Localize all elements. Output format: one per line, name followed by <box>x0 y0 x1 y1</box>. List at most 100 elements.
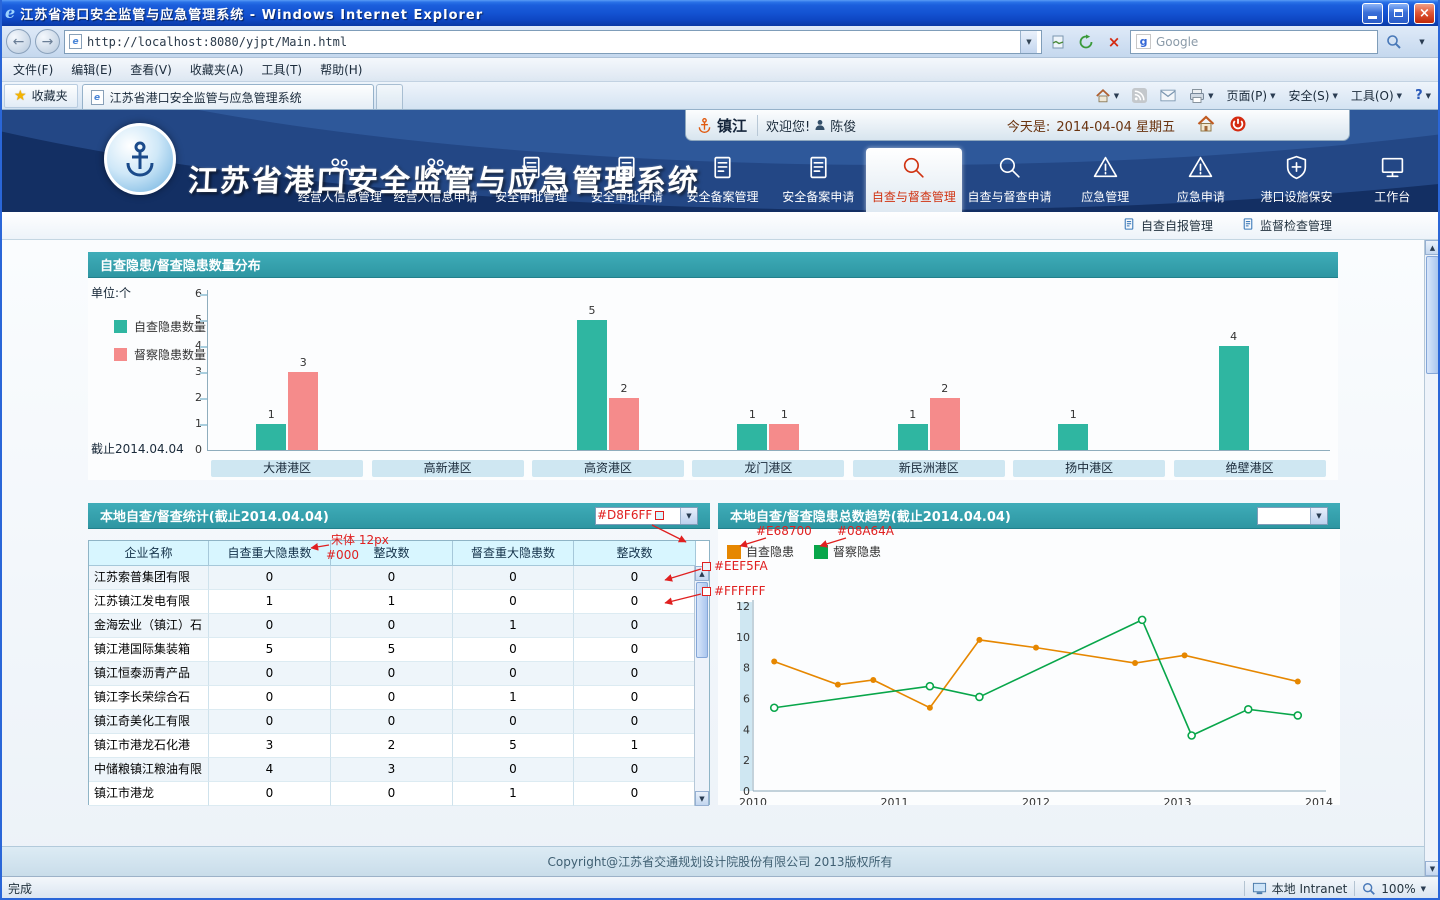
search-button[interactable] <box>1382 30 1406 54</box>
nav-item-label: 应急申请 <box>1177 188 1225 205</box>
menu-item[interactable]: 编辑(E) <box>62 58 121 81</box>
nav-item-12[interactable]: 工作台 <box>1344 148 1440 212</box>
nav-item-label: 安全审批申请 <box>591 188 663 205</box>
new-tab-button[interactable] <box>376 84 403 109</box>
self-check-bar <box>898 424 928 450</box>
value-cell: 0 <box>331 710 453 734</box>
submenu-item-label: 监督检查管理 <box>1260 217 1332 234</box>
column-header: 企业名称 <box>89 541 209 566</box>
shield-icon <box>1283 154 1310 184</box>
minimize-button[interactable] <box>1362 3 1383 24</box>
svg-text:8: 8 <box>743 662 750 675</box>
table-row[interactable]: 镇江李长荣综合石0010 <box>89 686 709 710</box>
safety-menu-button[interactable]: 安全(S) ▼ <box>1283 84 1342 108</box>
compatibility-view-button[interactable] <box>1046 30 1070 54</box>
nav-item-7[interactable]: 自查与督查管理 <box>866 148 962 212</box>
read-mail-button[interactable] <box>1155 84 1181 108</box>
annotation-header-color: #D8F6FF <box>597 508 664 522</box>
table-row[interactable]: 江苏镇江发电有限1100 <box>89 590 709 614</box>
nav-item-9[interactable]: 应急管理 <box>1057 148 1153 212</box>
logout-button[interactable] <box>1229 115 1247 136</box>
close-button[interactable]: × <box>1414 3 1435 24</box>
scrollbar-track[interactable] <box>1425 255 1440 861</box>
anchor-icon <box>120 139 160 179</box>
x-category-label: 新民洲港区 <box>853 460 1005 477</box>
table-row[interactable]: 江苏索普集团有限0000 <box>89 566 709 590</box>
user-name: 陈俊 <box>830 116 856 135</box>
column-header: 自查重大隐患数 <box>209 541 331 566</box>
menu-item[interactable]: 查看(V) <box>121 58 181 81</box>
scrollbar-thumb[interactable] <box>1426 256 1439 374</box>
scroll-down-button[interactable]: ▼ <box>695 791 709 806</box>
tab-page-icon: e <box>91 90 104 105</box>
page-menu-button[interactable]: 页面(P) ▼ <box>1221 84 1280 108</box>
annotation-text: #D8F6FF <box>597 508 652 522</box>
search-box[interactable]: g Google <box>1130 30 1378 54</box>
table-row[interactable]: 镇江奇美化工有限0000 <box>89 710 709 734</box>
distribution-panel-header: 自查隐患/督查隐患数量分布 <box>88 252 1338 278</box>
svg-text:4: 4 <box>743 723 750 736</box>
search-input[interactable]: Google <box>1156 35 1372 49</box>
table-row[interactable]: 镇江恒泰沥青产品0000 <box>89 662 709 686</box>
address-toolbar: ← → e http://localhost:8080/yjpt/Main.ht… <box>0 26 1440 58</box>
chevron-down-icon[interactable]: ▼ <box>680 508 697 524</box>
table-scrollbar[interactable]: ▲ ▼ <box>694 566 709 806</box>
feeds-button[interactable] <box>1127 84 1152 108</box>
tab-title: 江苏省港口安全监管与应急管理系统 <box>110 89 302 106</box>
help-button[interactable]: ? ▼ <box>1410 84 1436 108</box>
nav-item-10[interactable]: 应急申请 <box>1153 148 1249 212</box>
menu-item[interactable]: 帮助(H) <box>311 58 371 81</box>
search-dropdown-button[interactable]: ▼ <box>1410 30 1434 54</box>
scroll-down-button[interactable]: ▼ <box>1425 861 1440 876</box>
table-row[interactable]: 中储粮镇江粮油有限4300 <box>89 758 709 782</box>
nav-item-2[interactable]: 经营人信息申请 <box>388 148 484 212</box>
table-row[interactable]: 镇江市港龙石化港3251 <box>89 734 709 758</box>
menu-item[interactable]: 工具(T) <box>252 58 311 81</box>
restore-button[interactable] <box>1388 3 1409 24</box>
menu-item[interactable]: 收藏夹(A) <box>181 58 253 81</box>
nav-item-8[interactable]: 自查与督查申请 <box>962 148 1058 212</box>
refresh-button[interactable] <box>1074 30 1098 54</box>
table-row[interactable]: 镇江港国际集装箱5500 <box>89 638 709 662</box>
nav-item-6[interactable]: 安全备案申请 <box>770 148 866 212</box>
scroll-up-button[interactable]: ▲ <box>1425 240 1440 255</box>
submenu-item[interactable]: 自查自报管理 <box>1122 217 1213 234</box>
document-icon <box>518 154 545 184</box>
nav-item-3[interactable]: 安全审批管理 <box>483 148 579 212</box>
zoom-control[interactable]: 100% ▼ <box>1362 882 1426 896</box>
address-dropdown-button[interactable]: ▼ <box>1020 31 1037 53</box>
nav-item-5[interactable]: 安全备案管理 <box>675 148 771 212</box>
bar-value-label: 5 <box>577 304 607 317</box>
zone-label: 本地 Intranet <box>1272 880 1348 897</box>
user-icon <box>814 119 826 131</box>
nav-item-11[interactable]: 港口设施保安 <box>1249 148 1345 212</box>
forward-button[interactable]: → <box>35 29 60 54</box>
favorites-button[interactable]: ★ 收藏夹 <box>4 84 78 108</box>
y-axis-line <box>207 290 208 450</box>
stop-button[interactable]: × <box>1102 30 1126 54</box>
home-shortcut-button[interactable] <box>1197 115 1215 136</box>
table-row[interactable]: 金海宏业（镇江）石0010 <box>89 614 709 638</box>
page-menu-label: 页面(P) <box>1226 87 1267 104</box>
y-tick-label: 3 <box>182 365 202 378</box>
tools-menu-button[interactable]: 工具(O) ▼ <box>1346 84 1407 108</box>
nav-item-label: 安全审批管理 <box>495 188 567 205</box>
y-tick-mark <box>200 320 207 322</box>
tab-main[interactable]: e 江苏省港口安全监管与应急管理系统 <box>82 84 374 109</box>
back-button[interactable]: ← <box>6 29 31 54</box>
print-button[interactable]: ▼ <box>1184 84 1218 108</box>
line-chart-legend: 自查隐患督察隐患 <box>727 543 881 560</box>
self-check-bar <box>737 424 767 450</box>
nav-item-4[interactable]: 安全审批申请 <box>579 148 675 212</box>
nav-item-1[interactable]: 经营人信息管理 <box>292 148 388 212</box>
address-bar[interactable]: e http://localhost:8080/yjpt/Main.html ▼ <box>64 30 1042 54</box>
value-cell: 0 <box>574 710 696 734</box>
menu-item[interactable]: 文件(F) <box>4 58 62 81</box>
scrollbar-track[interactable] <box>695 581 709 791</box>
home-button[interactable]: ▼ <box>1090 84 1124 108</box>
value-cell: 0 <box>209 566 331 590</box>
value-cell: 0 <box>331 662 453 686</box>
page-scrollbar[interactable]: ▲ ▼ <box>1424 240 1440 876</box>
submenu-item[interactable]: 监督检查管理 <box>1241 217 1332 234</box>
table-row[interactable]: 镇江市港龙0010 <box>89 782 709 806</box>
